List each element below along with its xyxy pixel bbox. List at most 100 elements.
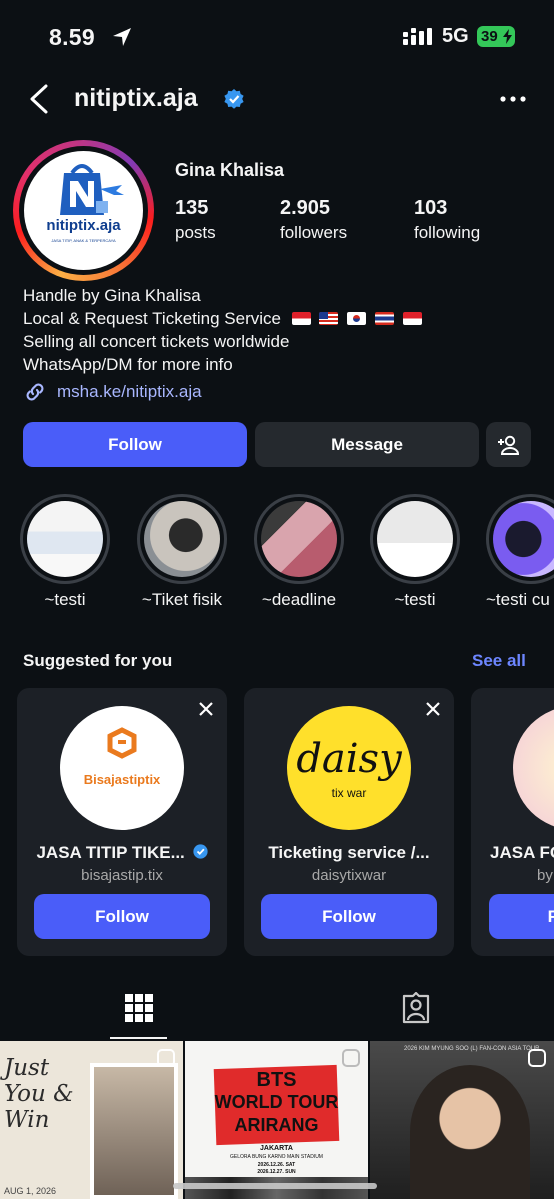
post-thumbnail[interactable]: BTS WORLD TOUR ARIRANG JAKARTA GELORA BU…	[185, 1041, 368, 1199]
post-photo	[90, 1063, 178, 1199]
card-username: daisytixwar	[311, 867, 387, 884]
flag-indonesia-icon	[291, 312, 311, 325]
card-logo-subtext: tix war	[331, 786, 367, 800]
card-name: Ticketing service /...	[268, 843, 430, 862]
active-tab-indicator	[110, 1037, 167, 1039]
stat-label: posts	[175, 223, 216, 242]
post-thumbnail[interactable]: 2026 KIM MYUNG SOO (L) FAN-CON ASIA TOUR	[370, 1041, 554, 1199]
post-title: Just You & Win	[4, 1055, 74, 1133]
stat-label: followers	[280, 223, 348, 242]
tab-tagged[interactable]	[277, 990, 554, 1040]
card-follow-button[interactable]: Follow	[261, 894, 437, 939]
more-options-icon[interactable]	[500, 96, 526, 102]
card-follow-label: F	[547, 906, 554, 926]
post-venue: GELORA BUNG KARNO MAIN STADIUM	[230, 1154, 323, 1160]
add-person-icon	[497, 435, 519, 455]
post-date: 2026.12.26. SAT	[257, 1162, 296, 1168]
suggested-avatar[interactable]: Bisajastiptix	[60, 706, 184, 830]
message-button[interactable]: Message	[255, 422, 479, 467]
highlight-cover	[144, 501, 220, 577]
bio-line: Selling all concert tickets worldwide	[23, 332, 290, 351]
suggested-card[interactable]: Bisajastiptix JASA TITIP TIKE... bisajas…	[17, 688, 227, 956]
highlight-item[interactable]: ~Tiket fisik	[137, 494, 227, 610]
home-indicator	[173, 1183, 377, 1189]
flag-malaysia-icon	[319, 312, 339, 325]
highlight-cover	[27, 501, 103, 577]
link-text[interactable]: msha.ke/nitiptix.aja	[57, 382, 202, 402]
highlight-item[interactable]: ~deadline	[254, 494, 344, 610]
suggested-card[interactable]: JASA FO by F	[471, 688, 554, 956]
see-all-link[interactable]: See all	[472, 651, 526, 671]
suggested-avatar[interactable]: daisy tix war	[287, 706, 411, 830]
post-title: 2026 KIM MYUNG SOO (L) FAN-CON ASIA TOUR	[404, 1046, 540, 1052]
post-photo	[410, 1065, 530, 1199]
flag-singapore-icon	[402, 312, 422, 325]
card-username: by	[537, 867, 553, 884]
highlight-cover	[377, 501, 453, 577]
grid-icon	[124, 994, 153, 1022]
highlight-label: ~deadline	[261, 590, 337, 609]
stat-value: 135	[175, 197, 209, 219]
highlight-label: ~Tiket fisik	[141, 590, 223, 609]
signal-icon	[403, 28, 432, 45]
post-thumbnail[interactable]: Just You & Win AUG 1, 2026	[0, 1041, 183, 1199]
location-arrow-icon	[113, 28, 131, 46]
card-name: JASA TITIP TIKE...	[17, 843, 227, 863]
bio-line-flags: Local & Request Ticketing Service	[23, 307, 422, 330]
card-username: bisajastip.tix	[81, 867, 163, 884]
suggest-people-button[interactable]	[486, 422, 531, 467]
verified-badge-icon	[192, 844, 208, 859]
story-ring[interactable]: nitiptix.aja JASA TITIP, ANAK & TERPERCA…	[13, 140, 154, 281]
close-icon[interactable]	[199, 702, 213, 716]
nitiptix-logo	[60, 164, 124, 215]
highlight-label: ~testi	[394, 590, 436, 609]
posts-grid: Just You & Win AUG 1, 2026 BTS WORLD TOU…	[0, 1041, 554, 1199]
card-follow-button[interactable]: Follow	[34, 894, 210, 939]
flag-thailand-icon	[374, 312, 394, 325]
bio-line: Local & Request Ticketing Service	[23, 309, 281, 328]
highlight-item[interactable]: ~testi cu	[486, 494, 554, 610]
status-bar: 8.59 5G 39	[0, 0, 554, 74]
stat-followers[interactable]: 2.905 followers	[280, 197, 347, 243]
profile-link[interactable]: msha.ke/nitiptix.aja	[23, 380, 202, 404]
carousel-icon	[157, 1049, 175, 1067]
follow-button[interactable]: Follow	[23, 422, 247, 467]
battery-indicator: 39	[477, 26, 515, 47]
post-city: JAKARTA	[260, 1145, 293, 1152]
tab-posts-grid[interactable]	[0, 990, 277, 1040]
stat-following[interactable]: 103 following	[414, 197, 480, 243]
highlight-item[interactable]: ~testi	[20, 494, 110, 610]
suggested-card[interactable]: daisy tix war Ticketing service /... dai…	[244, 688, 454, 956]
profile-username: nitiptix.aja	[74, 84, 198, 112]
stat-posts[interactable]: 135 posts	[175, 197, 216, 243]
post-title-line: ARIRANG	[234, 1115, 319, 1135]
profile-avatar[interactable]: nitiptix.aja JASA TITIP, ANAK & TERPERCA…	[24, 151, 143, 270]
highlight-item[interactable]: ~testi	[370, 494, 460, 610]
status-time: 8.59	[49, 24, 95, 50]
suggested-title: Suggested for you	[23, 651, 173, 670]
bio-line: WhatsApp/DM for more info	[23, 355, 233, 374]
stat-value: 2.905	[280, 197, 331, 219]
post-title-line: WORLD TOUR	[214, 1092, 339, 1112]
charging-bolt-icon	[503, 29, 512, 44]
verified-badge-icon	[224, 89, 244, 109]
flag-south-korea-icon	[347, 312, 367, 325]
highlight-label: ~testi cu	[486, 590, 550, 609]
stat-label: following	[414, 223, 481, 242]
card-logo-text: Bisajastiptix	[83, 772, 161, 787]
highlight-cover	[493, 501, 554, 577]
battery-level: 39	[481, 28, 498, 45]
avatar-tagline: JASA TITIP, ANAK & TERPERCAYA	[51, 238, 116, 243]
bio-line: Handle by Gina Khalisa	[23, 286, 201, 305]
post-title-line: BTS	[256, 1069, 297, 1091]
post-date: 2026.12.27. SUN	[257, 1169, 296, 1175]
card-follow-button[interactable]: F	[489, 894, 554, 939]
tagged-person-icon	[402, 992, 429, 1024]
back-arrow-icon[interactable]	[26, 84, 54, 114]
stat-value: 103	[414, 197, 448, 219]
close-icon[interactable]	[426, 702, 440, 716]
card-name-text: JASA TITIP TIKE...	[36, 843, 185, 862]
suggested-avatar[interactable]	[513, 706, 554, 830]
card-logo-text: daisy	[296, 736, 402, 782]
network-type: 5G	[442, 25, 469, 47]
